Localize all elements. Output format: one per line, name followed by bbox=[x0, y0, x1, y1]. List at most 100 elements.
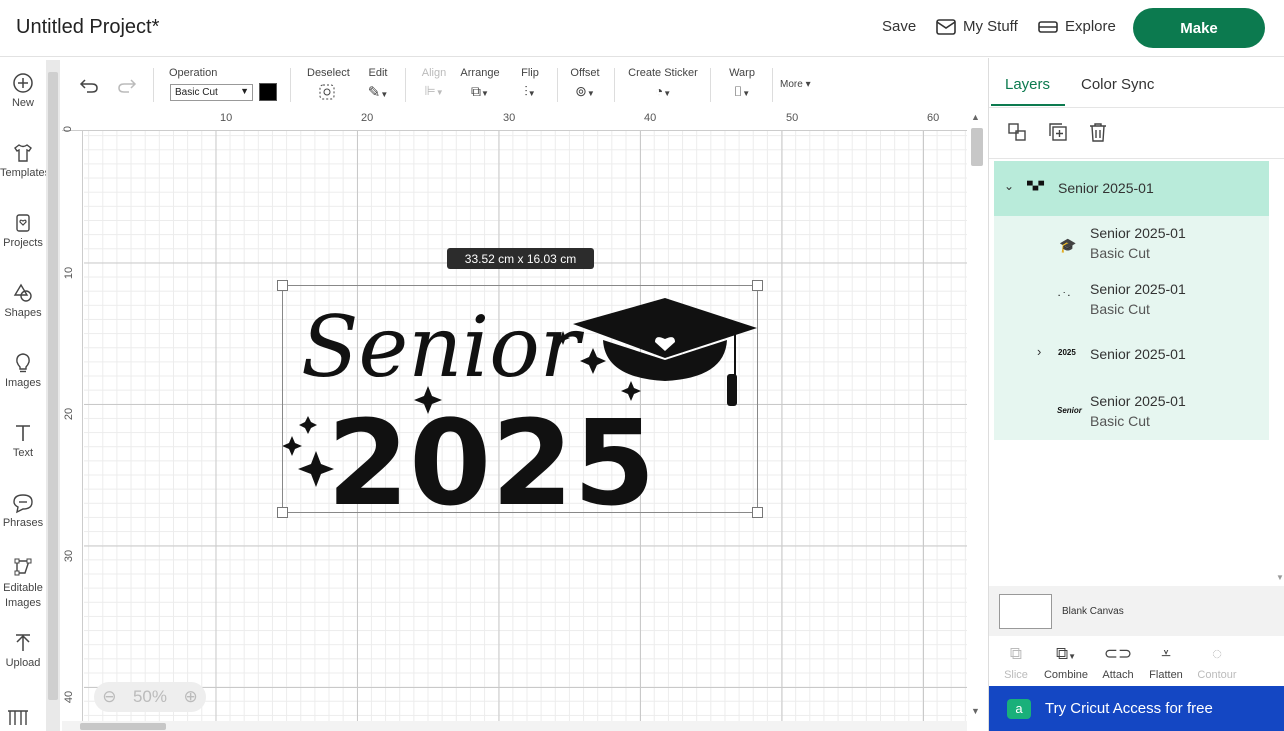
layer-row[interactable]: 🎓 Senior 2025-01 Basic Cut bbox=[994, 221, 1269, 271]
flip-button[interactable]: Flip ⫶▼ bbox=[515, 67, 545, 100]
trash-icon[interactable] bbox=[1087, 121, 1109, 143]
resize-handle-tr[interactable] bbox=[752, 280, 763, 291]
layer-row[interactable]: Senior Senior 2025-01 Basic Cut bbox=[994, 389, 1269, 439]
layers-panel: Layers Color Sync ⌄ ▀▄▀ Senior 2025-01 🎓… bbox=[988, 58, 1284, 731]
sidebar-item-new[interactable]: New bbox=[0, 72, 46, 109]
duplicate-icon[interactable] bbox=[1047, 121, 1069, 143]
inbox-icon bbox=[936, 18, 956, 35]
sparkles-thumbnail: · ˙ · bbox=[1058, 291, 1071, 300]
layer-group-row[interactable]: ⌄ ▀▄▀ Senior 2025-01 bbox=[994, 161, 1269, 216]
operation-value: Basic Cut bbox=[175, 87, 218, 98]
my-stuff-button[interactable]: My Stuff bbox=[936, 18, 1018, 35]
zoom-in-icon[interactable]: ⊕ bbox=[183, 687, 197, 707]
ruler-label: 30 bbox=[503, 112, 516, 124]
ruler-label: 20 bbox=[361, 112, 374, 124]
project-title[interactable]: Untitled Project* bbox=[16, 16, 159, 39]
speech-bubble-icon bbox=[13, 494, 33, 514]
save-button[interactable]: Save bbox=[882, 18, 916, 35]
edit-label: Edit bbox=[368, 67, 388, 79]
resize-handle-bl[interactable] bbox=[277, 507, 288, 518]
chevron-right-icon[interactable]: › bbox=[1037, 344, 1041, 359]
shapes-icon bbox=[13, 283, 32, 302]
selection-box[interactable]: Senior 2025 bbox=[282, 285, 759, 514]
scroll-down-icon[interactable]: ▼ bbox=[1276, 573, 1284, 582]
warp-label: Warp bbox=[729, 67, 755, 79]
contour-icon: ◌ bbox=[1211, 644, 1223, 663]
blank-canvas-swatch[interactable] bbox=[999, 594, 1052, 629]
flatten-button[interactable]: ⩡ Flatten bbox=[1141, 644, 1191, 681]
make-button[interactable]: Make bbox=[1133, 8, 1265, 48]
undo-icon[interactable] bbox=[79, 77, 99, 93]
canvas-horizontal-scroll-thumb[interactable] bbox=[80, 723, 166, 730]
upload-icon bbox=[16, 634, 30, 651]
cricut-access-banner[interactable]: a Try Cricut Access for free bbox=[989, 686, 1284, 731]
tab-layers[interactable]: Layers bbox=[1005, 76, 1050, 93]
left-sidebar: New Templates Projects Shapes Images Tex… bbox=[0, 58, 50, 731]
layer-row[interactable]: · ˙ · Senior 2025-01 Basic Cut bbox=[994, 277, 1269, 327]
canvas-horizontal-scrollbar[interactable] bbox=[62, 721, 967, 731]
lightbulb-icon bbox=[16, 353, 30, 373]
divider bbox=[772, 68, 773, 102]
sidebar-scrollbar-thumb[interactable] bbox=[48, 72, 58, 700]
resize-handle-br[interactable] bbox=[752, 507, 763, 518]
contour-label: Contour bbox=[1197, 669, 1237, 681]
color-swatch[interactable] bbox=[259, 83, 277, 101]
sidebar-item-templates[interactable]: Templates bbox=[0, 142, 50, 179]
promo-label: Try Cricut Access for free bbox=[1045, 700, 1213, 717]
sidebar-item-shapes[interactable]: Shapes bbox=[0, 282, 46, 319]
offset-button[interactable]: Offset ⊚▼ bbox=[569, 67, 601, 100]
canvas-vertical-scroll-thumb[interactable] bbox=[971, 128, 983, 166]
align-button: Align ⊫▼ bbox=[419, 67, 449, 99]
ruler-label: 40 bbox=[63, 690, 76, 704]
canvas-vertical-scrollbar[interactable]: ▲ ▼ bbox=[967, 110, 987, 721]
senior-2025-design[interactable]: Senior 2025 bbox=[283, 286, 759, 514]
layer-row[interactable]: › 2025 Senior 2025-01 bbox=[994, 333, 1269, 377]
sidebar-item-upload[interactable]: Upload bbox=[0, 632, 46, 669]
create-sticker-button[interactable]: Create Sticker ◔▼ bbox=[628, 67, 698, 99]
warp-button[interactable]: Warp ⌷▼ bbox=[726, 67, 758, 100]
sidebar-item-phrases[interactable]: Phrases bbox=[0, 492, 46, 529]
arrange-label: Arrange bbox=[460, 67, 500, 79]
ruler-horizontal: 10 20 30 40 50 60 bbox=[62, 110, 967, 131]
sidebar-item-label: Editable Images bbox=[3, 582, 43, 609]
layer-group-name: Senior 2025-01 bbox=[1058, 180, 1154, 196]
bottom-more-icon[interactable] bbox=[7, 708, 29, 726]
combine-button[interactable]: ⧉▼ Combine bbox=[1041, 644, 1091, 681]
more-button[interactable]: More ▾ bbox=[780, 79, 811, 90]
pen-icon: ✎▼ bbox=[367, 84, 389, 101]
sidebar-item-images[interactable]: Images bbox=[0, 352, 46, 389]
chevron-down-icon[interactable]: ⌄ bbox=[1004, 179, 1014, 193]
resize-handle-tl[interactable] bbox=[277, 280, 288, 291]
blank-canvas-row[interactable]: Blank Canvas bbox=[989, 586, 1284, 636]
layer-name: Senior 2025-01 bbox=[1090, 225, 1186, 241]
cricut-access-icon: a bbox=[1007, 698, 1031, 719]
scroll-down-icon[interactable]: ▼ bbox=[971, 706, 980, 716]
arrange-button[interactable]: Arrange ⧉▼ bbox=[460, 67, 500, 100]
tab-color-sync[interactable]: Color Sync bbox=[1081, 76, 1154, 93]
sidebar-item-projects[interactable]: Projects bbox=[0, 212, 46, 249]
edit-button[interactable]: Edit ✎▼ bbox=[362, 67, 394, 101]
layer-thumbnail: ▀▄▀ bbox=[1027, 181, 1045, 190]
ruler-label: 10 bbox=[220, 112, 233, 124]
shirt-icon bbox=[14, 144, 32, 162]
paperclip-icon: ⊂⊃ bbox=[1103, 644, 1133, 663]
attach-button[interactable]: ⊂⊃ Attach bbox=[1093, 644, 1143, 681]
my-stuff-label: My Stuff bbox=[963, 18, 1018, 35]
ruler-vertical: 0 10 20 30 40 bbox=[62, 126, 83, 721]
scroll-up-icon[interactable]: ▲ bbox=[971, 112, 980, 122]
divider bbox=[153, 68, 154, 102]
explore-label: Explore bbox=[1065, 18, 1116, 35]
edit-toolbar: Operation Basic Cut ▼ Deselect Edit ✎▼ Al… bbox=[62, 60, 986, 110]
ruler-label: 20 bbox=[63, 407, 76, 421]
operation-select[interactable]: Basic Cut ▼ bbox=[170, 84, 253, 101]
layer-name: Senior 2025-01 bbox=[1090, 346, 1186, 362]
sofa-icon bbox=[1038, 20, 1058, 33]
sidebar-item-text[interactable]: Text bbox=[0, 422, 46, 459]
explore-button[interactable]: Explore bbox=[1038, 18, 1116, 35]
slice-button: ⧉ Slice bbox=[991, 644, 1041, 681]
sidebar-item-editable-images[interactable]: Editable Images bbox=[0, 556, 46, 611]
sidebar-item-label: Templates bbox=[0, 167, 51, 179]
deselect-button[interactable]: Deselect bbox=[307, 67, 350, 101]
zoom-out-icon[interactable]: ⊖ bbox=[102, 687, 116, 707]
group-icon[interactable] bbox=[1006, 121, 1028, 143]
